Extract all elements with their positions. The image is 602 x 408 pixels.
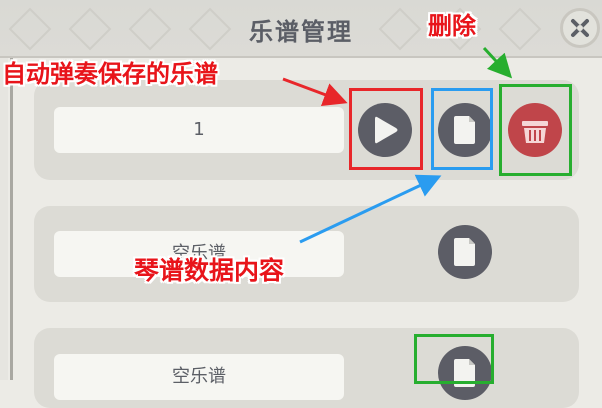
autoplay-arrow bbox=[282, 77, 348, 106]
score-data-arrow bbox=[299, 174, 442, 244]
autoplay-annotation-label: 自动弹奏保存的乐谱 bbox=[2, 60, 218, 88]
score-data-annotation-label: 琴谱数据内容 bbox=[134, 256, 285, 285]
delete-arrow bbox=[482, 46, 513, 79]
delete-annotation-label: 删除 bbox=[428, 12, 476, 40]
